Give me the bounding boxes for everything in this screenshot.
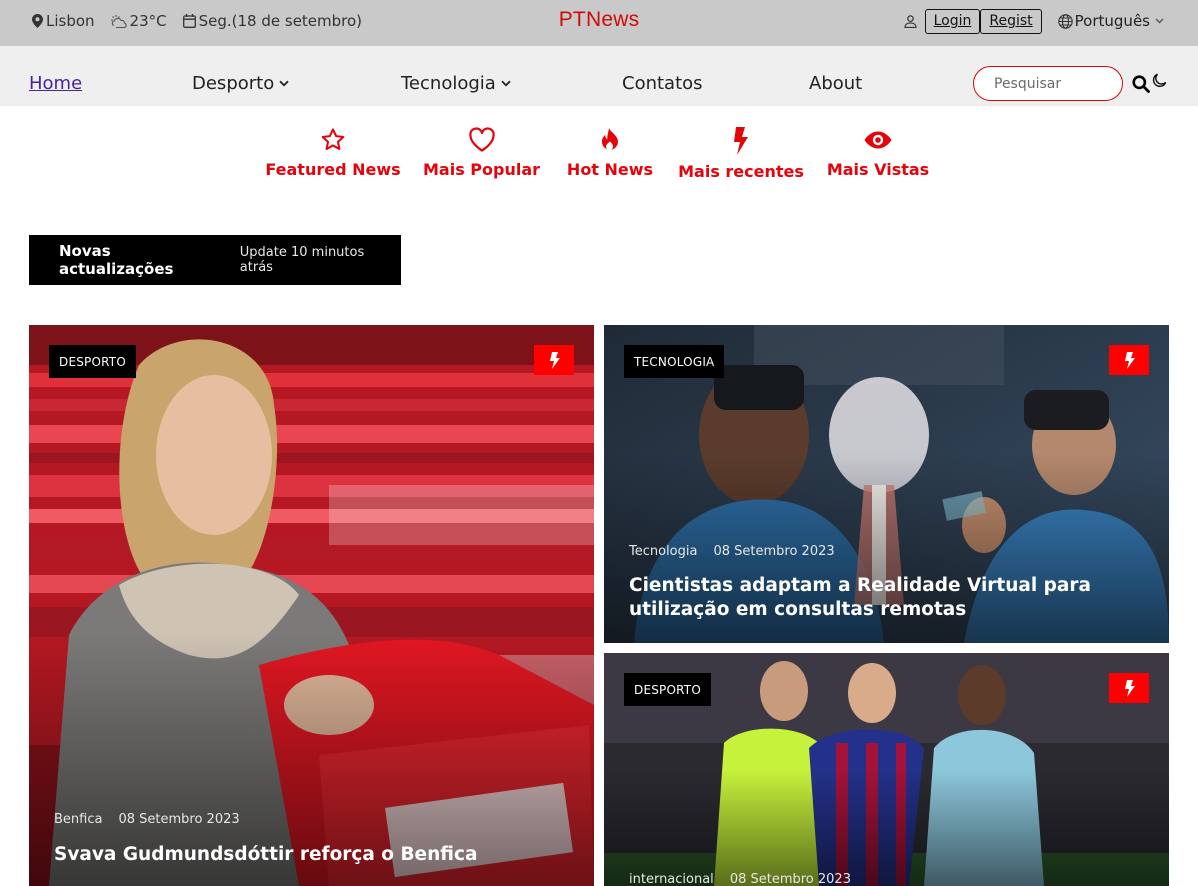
flash-badge [1109, 673, 1149, 703]
news-card-sports[interactable]: DESPORTO internacional 08 Setembro 2023 [604, 653, 1169, 886]
city-label: Lisbon [46, 12, 95, 30]
top-bar: Lisbon 23°C Seg.(18 de setembro) PTNews … [0, 0, 1198, 46]
date-label: Seg.(18 de setembro) [198, 12, 363, 30]
updates-title: Novas actualizações [59, 242, 174, 278]
calendar-icon [182, 14, 196, 28]
category-tag[interactable]: DESPORTO [624, 673, 711, 706]
article-category[interactable]: Benfica [54, 812, 102, 827]
weather-cloud-sun-icon [110, 15, 127, 28]
main-nav: Home Desporto Tecnologia Contatos About [0, 46, 1198, 106]
category-hot[interactable]: Hot News [567, 127, 653, 179]
category-label: Featured News [265, 160, 401, 179]
eye-icon [864, 131, 892, 149]
heart-icon [468, 127, 495, 152]
article-date: 08 Setembro 2023 [729, 872, 851, 886]
top-bar-actions: Login Regist Português [904, 0, 1166, 42]
article-headline[interactable]: Cientistas adaptam a Realidade Virtual p… [629, 574, 1149, 622]
updates-subtitle: Update 10 minutos atrás [239, 245, 365, 275]
category-popular[interactable]: Mais Popular [423, 127, 540, 179]
nav-home[interactable]: Home [29, 73, 82, 94]
language-selector[interactable]: Português [1057, 12, 1166, 30]
article-meta: internacional 08 Setembro 2023 [629, 872, 851, 886]
article-date: 08 Setembro 2023 [118, 812, 240, 827]
updates-banner: Novas actualizações Update 10 minutos at… [29, 235, 401, 285]
article-category[interactable]: Tecnologia [629, 544, 697, 559]
category-tag[interactable]: TECNOLOGIA [624, 345, 725, 378]
flash-badge [1109, 345, 1149, 375]
location: Lisbon [32, 12, 95, 30]
login-button[interactable]: Login [924, 8, 981, 34]
chevron-down-icon [501, 80, 511, 87]
flame-icon [601, 128, 618, 151]
category-featured[interactable]: Featured News [265, 127, 401, 179]
category-label: Hot News [566, 160, 654, 179]
article-meta: Benfica 08 Setembro 2023 [54, 812, 240, 827]
search-input[interactable] [973, 66, 1123, 101]
category-tag[interactable]: DESPORTO [49, 345, 136, 378]
nav-about[interactable]: About [809, 73, 862, 94]
top-bar-info: Lisbon 23°C Seg.(18 de setembro) [32, 0, 378, 42]
flash-badge [534, 345, 574, 375]
register-button[interactable]: Regist [980, 8, 1042, 34]
globe-icon [1057, 13, 1073, 29]
nav-tech-label: Tecnologia [401, 73, 496, 94]
weather: 23°C [110, 12, 167, 30]
star-icon [321, 128, 345, 151]
language-label: Português [1074, 12, 1150, 30]
category-label: Mais Popular [422, 160, 541, 179]
chevron-down-icon [279, 80, 289, 87]
date: Seg.(18 de setembro) [182, 12, 363, 30]
nav-tech[interactable]: Tecnologia [401, 73, 511, 94]
article-headline[interactable]: Svava Gudmundsdóttir reforça o Benfica [54, 843, 574, 867]
map-pin-icon [32, 14, 43, 28]
lightning-icon [734, 127, 748, 155]
search-icon[interactable] [1132, 75, 1150, 93]
category-most-viewed[interactable]: Mais Vistas [827, 127, 929, 179]
category-label: Mais recentes [678, 162, 804, 181]
chevron-down-icon [1155, 18, 1164, 24]
category-recent[interactable]: Mais recentes [678, 127, 804, 181]
nav-contacts[interactable]: Contatos [622, 73, 703, 94]
lightning-icon [1124, 679, 1135, 697]
user-icon [904, 14, 917, 28]
article-image [29, 325, 594, 886]
article-meta: Tecnologia 08 Setembro 2023 [629, 544, 835, 559]
temperature-label: 23°C [129, 12, 167, 30]
news-card-featured[interactable]: DESPORTO Benfica 08 Setembro 2023 Svava … [29, 325, 594, 886]
category-label: Mais Vistas [826, 160, 930, 179]
site-logo[interactable]: PTNews [559, 8, 640, 31]
moon-icon[interactable] [1151, 73, 1167, 89]
nav-sports-label: Desporto [192, 73, 275, 94]
news-card-tech[interactable]: TECNOLOGIA Tecnologia 08 Setembro 2023 C… [604, 325, 1169, 643]
lightning-icon [549, 351, 560, 369]
lightning-icon [1124, 351, 1135, 369]
article-category[interactable]: internacional [629, 872, 714, 886]
nav-sports[interactable]: Desporto [192, 73, 289, 94]
article-date: 08 Setembro 2023 [713, 544, 835, 559]
